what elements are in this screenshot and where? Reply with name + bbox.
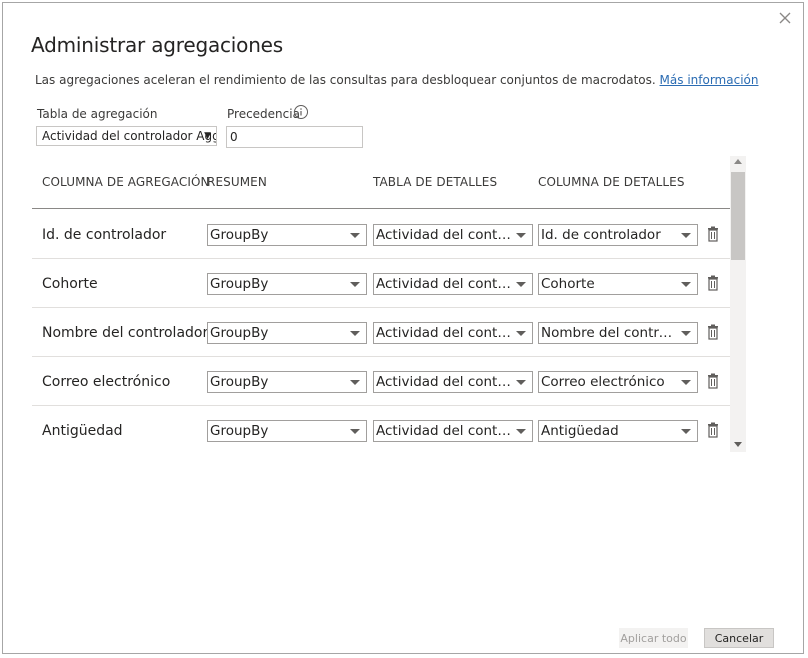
header-divider bbox=[32, 208, 730, 209]
trash-icon[interactable] bbox=[706, 226, 720, 242]
apply-all-button[interactable]: Aplicar todo bbox=[619, 628, 688, 648]
learn-more-link[interactable]: Más información bbox=[660, 73, 759, 87]
trash-icon[interactable] bbox=[706, 373, 720, 389]
chevron-down-icon bbox=[516, 233, 526, 238]
detail-table-dropdown[interactable]: Actividad del controlador bbox=[373, 224, 533, 246]
chevron-down-icon bbox=[350, 331, 360, 336]
precedence-label: Precedencia bbox=[227, 107, 300, 121]
header-summary: RESUMEN bbox=[207, 175, 267, 189]
chevron-down-icon bbox=[516, 380, 526, 385]
info-icon[interactable] bbox=[293, 104, 309, 120]
close-icon[interactable] bbox=[776, 9, 794, 27]
trash-icon[interactable] bbox=[706, 324, 720, 340]
detail-table-dropdown[interactable]: Actividad del controlador bbox=[373, 371, 533, 393]
chevron-down-icon bbox=[516, 282, 526, 287]
row-aggregation-column: Cohorte bbox=[42, 276, 98, 292]
summary-dropdown[interactable]: GroupBy bbox=[207, 371, 367, 393]
detail-column-dropdown[interactable]: Correo electrónico bbox=[538, 371, 698, 393]
detail-table-dropdown[interactable]: Actividad del controlador bbox=[373, 420, 533, 442]
chevron-down-icon bbox=[681, 380, 691, 385]
detail-column-dropdown[interactable]: Cohorte bbox=[538, 273, 698, 295]
row-divider bbox=[32, 405, 730, 406]
detail-column-dropdown[interactable]: Nombre del controlador bbox=[538, 322, 698, 344]
chevron-down-icon bbox=[350, 233, 360, 238]
row-aggregation-column: Antigüedad bbox=[42, 423, 123, 439]
chevron-down-icon bbox=[350, 429, 360, 434]
chevron-down-icon bbox=[681, 429, 691, 434]
header-detail-column: COLUMNA DE DETALLES bbox=[538, 175, 685, 189]
chevron-down-icon bbox=[350, 380, 360, 385]
caret-down-icon: ▼ bbox=[204, 131, 211, 141]
dialog-title: Administrar agregaciones bbox=[31, 33, 283, 57]
summary-dropdown[interactable]: GroupBy bbox=[207, 224, 367, 246]
summary-dropdown[interactable]: GroupBy bbox=[207, 420, 367, 442]
header-aggregation-column: COLUMNA DE AGREGACIÓN bbox=[42, 175, 210, 189]
row-divider bbox=[32, 258, 730, 259]
row-divider bbox=[32, 307, 730, 308]
detail-column-dropdown[interactable]: Antigüedad bbox=[538, 420, 698, 442]
summary-dropdown[interactable]: GroupBy bbox=[207, 273, 367, 295]
agg-table-label: Tabla de agregación bbox=[37, 107, 158, 121]
precedence-input[interactable]: 0 bbox=[226, 126, 363, 148]
scrollbar-thumb[interactable] bbox=[731, 172, 745, 260]
detail-table-dropdown[interactable]: Actividad del controlador bbox=[373, 322, 533, 344]
trash-icon[interactable] bbox=[706, 422, 720, 438]
scroll-down-arrow-icon[interactable] bbox=[734, 442, 742, 447]
detail-column-dropdown[interactable]: Id. de controlador bbox=[538, 224, 698, 246]
trash-icon[interactable] bbox=[706, 275, 720, 291]
chevron-down-icon bbox=[681, 233, 691, 238]
detail-table-dropdown[interactable]: Actividad del controlador bbox=[373, 273, 533, 295]
row-aggregation-column: Nombre del controlador bbox=[42, 325, 209, 341]
cancel-button[interactable]: Cancelar bbox=[704, 628, 774, 648]
chevron-down-icon bbox=[350, 282, 360, 287]
summary-dropdown[interactable]: GroupBy bbox=[207, 322, 367, 344]
header-detail-table: TABLA DE DETALLES bbox=[373, 175, 498, 189]
dialog-description: Las agregaciones aceleran el rendimiento… bbox=[35, 73, 758, 87]
chevron-down-icon bbox=[681, 331, 691, 336]
agg-table-value: Actividad del controlador Agg bbox=[42, 129, 217, 143]
agg-table-select[interactable]: Actividad del controlador Agg ▼ bbox=[36, 126, 217, 146]
chevron-down-icon bbox=[681, 282, 691, 287]
row-aggregation-column: Id. de controlador bbox=[42, 227, 167, 243]
row-divider bbox=[32, 356, 730, 357]
description-text: Las agregaciones aceleran el rendimiento… bbox=[35, 73, 656, 87]
chevron-down-icon bbox=[516, 331, 526, 336]
row-aggregation-column: Correo electrónico bbox=[42, 374, 171, 390]
chevron-down-icon bbox=[516, 429, 526, 434]
scroll-up-arrow-icon[interactable] bbox=[734, 159, 742, 164]
